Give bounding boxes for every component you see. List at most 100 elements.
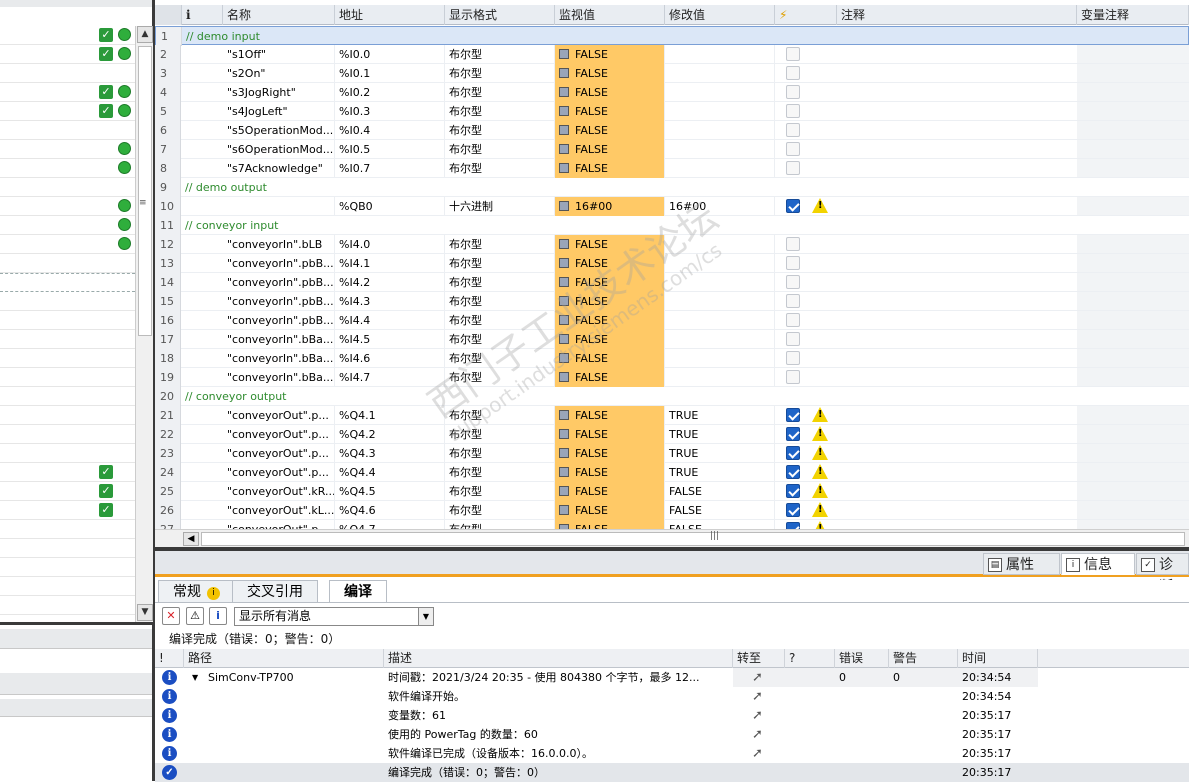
tree-row[interactable] [0,368,135,387]
message-row[interactable]: i ▼ SimConv-TP700 时间戳：2021/3/24 20:35 - 使用 … [155,668,1189,687]
row-comment[interactable]: // demo output [182,178,267,197]
row-number[interactable]: 14 [155,273,181,292]
row-number[interactable]: 2 [155,45,181,64]
cell-mod[interactable] [665,273,775,292]
table-row[interactable]: 6 "s5OperationMod... %I0.4 布尔型 FALSE [155,121,1189,140]
tree-row[interactable] [0,254,135,273]
tag-comment-cell[interactable] [1077,254,1189,272]
tree-row[interactable] [0,387,135,406]
table-row[interactable]: 21 "conveyorOut".p... %Q4.1 布尔型 FALSE TRUE [155,406,1189,425]
table-row[interactable]: 11// conveyor input [155,216,1189,235]
table-row[interactable]: 20// conveyor output [155,387,1189,406]
tree-row[interactable] [0,121,135,140]
tree-row[interactable] [0,292,135,311]
cell-mod[interactable] [665,292,775,311]
tab-info[interactable]: i 信息 [1061,553,1135,575]
tree-row[interactable] [0,64,135,83]
tab-properties[interactable]: ▤ 属性 [983,553,1060,575]
message-row[interactable]: i 软件编译开始。 20:34:54 ➚ [155,687,1189,706]
cell-mod[interactable] [665,349,775,368]
cell-mod[interactable] [665,159,775,178]
modify-checkbox[interactable] [786,503,800,517]
modify-checkbox[interactable] [786,66,800,80]
tree-row[interactable]: ✓ [0,45,135,64]
tree-row[interactable] [0,235,135,254]
hscroll-thumb[interactable] [201,532,1185,546]
tag-comment-cell[interactable] [1077,349,1189,367]
row-number[interactable]: 12 [155,235,181,254]
cell-mod[interactable]: TRUE [665,425,775,444]
tree-row[interactable] [0,216,135,235]
tree-row[interactable]: ✓ [0,26,135,45]
message-filter-select[interactable]: 显示所有消息 ▼ [234,607,434,626]
table-row[interactable]: 18 "conveyorIn".bBa... %I4.6 布尔型 FALSE [155,349,1189,368]
col-modify-value[interactable]: 修改值 [665,5,775,25]
tree-row[interactable] [0,178,135,197]
cell-mod[interactable]: 16#00 [665,197,775,216]
table-row[interactable]: 8 "s7Acknowledge" %I0.7 布尔型 FALSE [155,159,1189,178]
table-row[interactable]: 10 %QB0 十六进制 16#00 16#00 [155,197,1189,216]
tree-row[interactable]: ✓ [0,102,135,121]
tree-row[interactable] [0,520,135,539]
row-number[interactable]: 24 [155,463,181,482]
tag-comment-cell[interactable] [1077,159,1189,177]
subtab-compile[interactable]: 编译 [329,580,387,602]
table-row[interactable]: 1// demo input [155,26,1189,46]
tag-comment-cell[interactable] [1077,501,1189,519]
modify-checkbox[interactable] [786,313,800,327]
cell-mod[interactable]: FALSE [665,482,775,501]
tag-comment-cell[interactable] [1077,406,1189,424]
message-row[interactable]: ✓ 编译完成（错误：0；警告：0） 20:35:17 [155,763,1189,782]
tree-row[interactable] [0,425,135,444]
scroll-thumb[interactable] [138,46,152,336]
row-number[interactable]: 18 [155,349,181,368]
tag-comment-cell[interactable] [1077,235,1189,253]
table-row[interactable]: 22 "conveyorOut".p... %Q4.2 布尔型 FALSE TRUE [155,425,1189,444]
row-comment[interactable]: // demo input [183,27,260,46]
modify-checkbox[interactable] [786,446,800,460]
cell-mod[interactable] [665,235,775,254]
row-number[interactable]: 9 [155,178,181,197]
table-row[interactable]: 23 "conveyorOut".p... %Q4.3 布尔型 FALSE TRUE [155,444,1189,463]
left-vertical-scrollbar[interactable]: ▲ ≡ ▼ [135,26,153,622]
row-number[interactable]: 16 [155,311,181,330]
goto-arrow-icon[interactable]: ➚ [752,689,763,704]
col-time[interactable]: 时间 [958,649,1038,668]
table-row[interactable]: 12 "conveyorIn".bLB %I4.0 布尔型 FALSE [155,235,1189,254]
table-row[interactable]: 2 "s1Off" %I0.0 布尔型 FALSE [155,45,1189,64]
row-number[interactable]: 11 [155,216,181,235]
row-number[interactable]: 22 [155,425,181,444]
modify-checkbox[interactable] [786,408,800,422]
cell-mod[interactable]: TRUE [665,463,775,482]
row-number[interactable]: 17 [155,330,181,349]
modify-checkbox[interactable] [786,47,800,61]
row-number[interactable]: 8 [155,159,181,178]
modify-checkbox[interactable] [786,104,800,118]
scroll-down-icon[interactable]: ▼ [137,604,153,621]
row-number[interactable]: 10 [155,197,181,216]
tree-row[interactable] [0,330,135,349]
tag-comment-cell[interactable] [1077,482,1189,500]
tree-row[interactable] [0,159,135,178]
cell-mod[interactable] [665,368,775,387]
modify-checkbox[interactable] [786,161,800,175]
tag-comment-cell[interactable] [1077,140,1189,158]
col-comment[interactable]: 注释 [837,5,1077,25]
modify-checkbox[interactable] [786,85,800,99]
row-number[interactable]: 21 [155,406,181,425]
row-number[interactable]: 1 [156,27,182,46]
col-tag-comment[interactable]: 变量注释 [1077,5,1189,25]
col-monitor-value[interactable]: 监视值 [555,5,665,25]
tree-row[interactable] [0,558,135,577]
message-row[interactable]: i 软件编译已完成（设备版本：16.0.0.0）。 20:35:17 ➚ [155,744,1189,763]
tree-row[interactable]: ✓ [0,482,135,501]
tag-comment-cell[interactable] [1077,45,1189,63]
modify-checkbox[interactable] [786,332,800,346]
row-number[interactable]: 13 [155,254,181,273]
tag-comment-cell[interactable] [1077,330,1189,348]
warning-filter-icon[interactable]: ⚠ [186,607,204,625]
cell-mod[interactable] [665,330,775,349]
error-filter-icon[interactable]: ✕ [162,607,180,625]
col-severity[interactable]: ! [155,649,184,668]
table-row[interactable]: 3 "s2On" %I0.1 布尔型 FALSE [155,64,1189,83]
